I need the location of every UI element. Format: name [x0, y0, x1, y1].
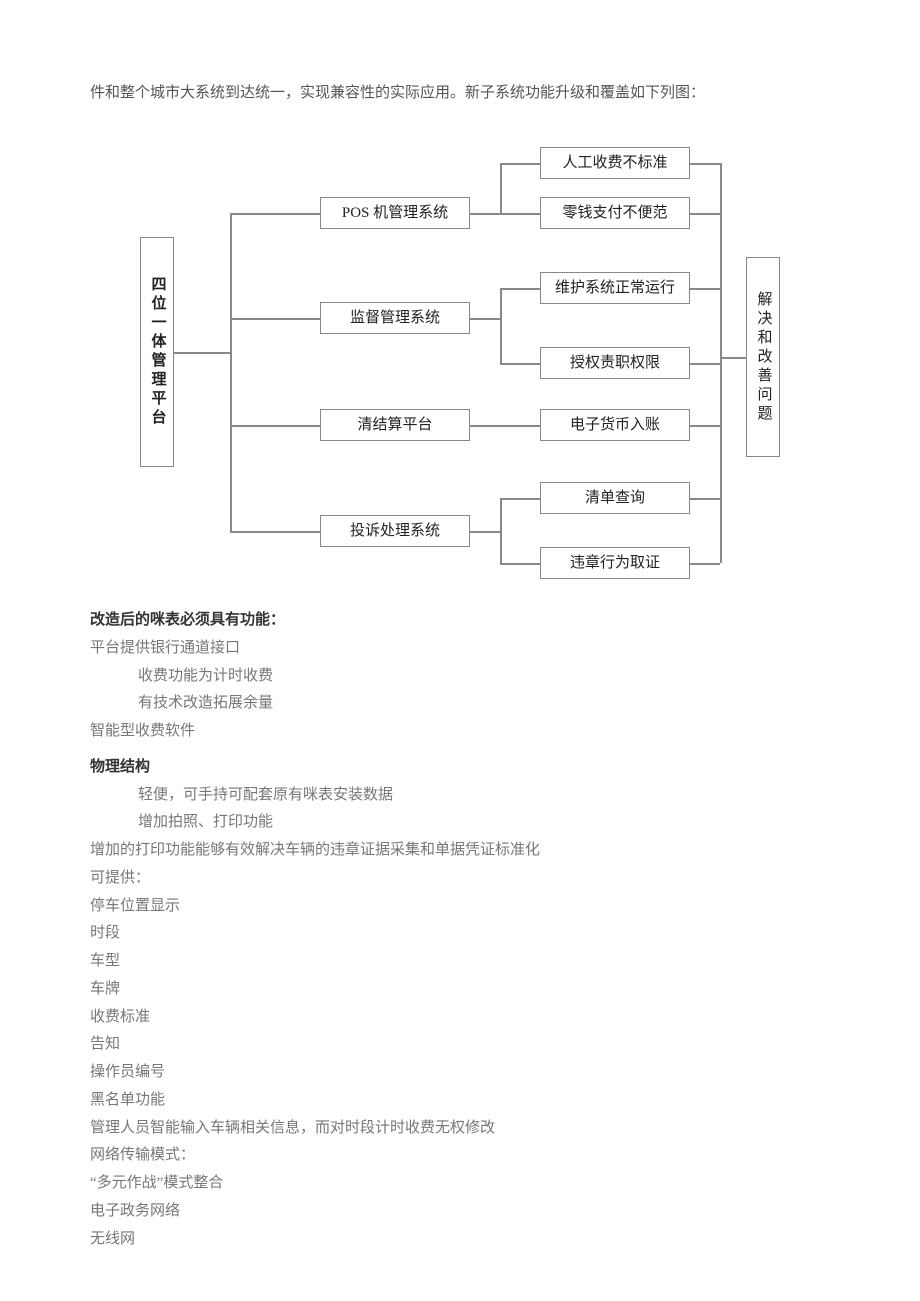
box-solve: 解决和改善问题 [746, 257, 780, 457]
line-multi: “多元作战”模式整合 [90, 1170, 830, 1198]
box-pos: POS 机管理系统 [320, 197, 470, 229]
leaf-5: 清单查询 [540, 482, 690, 514]
line-parking: 停车位置显示 [90, 893, 830, 921]
line-wireless: 无线网 [90, 1226, 830, 1254]
line-manager: 管理人员智能输入车辆相关信息，而对时段计时收费无权修改 [90, 1115, 830, 1143]
leaf-1: 零钱支付不便范 [540, 197, 690, 229]
leaf-3: 授权责职权限 [540, 347, 690, 379]
leaf-2: 维护系统正常运行 [540, 272, 690, 304]
box-complaint: 投诉处理系统 [320, 515, 470, 547]
line-notify: 告知 [90, 1031, 830, 1059]
heading-functions: 改造后的咪表必须具有功能： [90, 607, 830, 635]
line-operator: 操作员编号 [90, 1059, 830, 1087]
line-cartype: 车型 [90, 948, 830, 976]
line-timing: 收费功能为计时收费 [90, 663, 830, 691]
body-content: 改造后的咪表必须具有功能： 平台提供银行通道接口 收费功能为计时收费 有技术改造… [90, 607, 830, 1253]
line-blacklist: 黑名单功能 [90, 1087, 830, 1115]
heading-physical: 物理结构 [90, 754, 830, 782]
line-platform: 平台提供银行通道接口 [90, 635, 830, 663]
line-plate: 车牌 [90, 976, 830, 1004]
line-network: 网络传输模式： [90, 1142, 830, 1170]
leaf-4: 电子货币入账 [540, 409, 690, 441]
box-platform: 四位一体管理平台 [140, 237, 174, 467]
line-fee: 收费标准 [90, 1004, 830, 1032]
intro-text: 件和整个城市大系统到达统一，实现兼容性的实际应用。新子系统功能升级和覆盖如下列图… [90, 80, 830, 107]
box-clearing: 清结算平台 [320, 409, 470, 441]
line-portable: 轻便，可手持可配套原有咪表安装数据 [90, 782, 830, 810]
line-period: 时段 [90, 920, 830, 948]
line-software: 智能型收费软件 [90, 718, 830, 746]
line-provide: 可提供： [90, 865, 830, 893]
line-tech: 有技术改造拓展余量 [90, 690, 830, 718]
line-egov: 电子政务网络 [90, 1198, 830, 1226]
line-photo: 增加拍照、打印功能 [90, 809, 830, 837]
text-bank: 提供银行通道接口 [120, 640, 240, 656]
line-print: 增加的打印功能能够有效解决车辆的违章证据采集和单据凭证标准化 [90, 837, 830, 865]
box-supervise: 监督管理系统 [320, 302, 470, 334]
leaf-6: 违章行为取证 [540, 547, 690, 579]
leaf-0: 人工收费不标准 [540, 147, 690, 179]
flowchart-diagram: 四位一体管理平台 解决和改善问题 POS 机管理系统 监督管理系统 清结算平台 … [140, 137, 780, 577]
label-platform: 平台 [90, 640, 120, 656]
